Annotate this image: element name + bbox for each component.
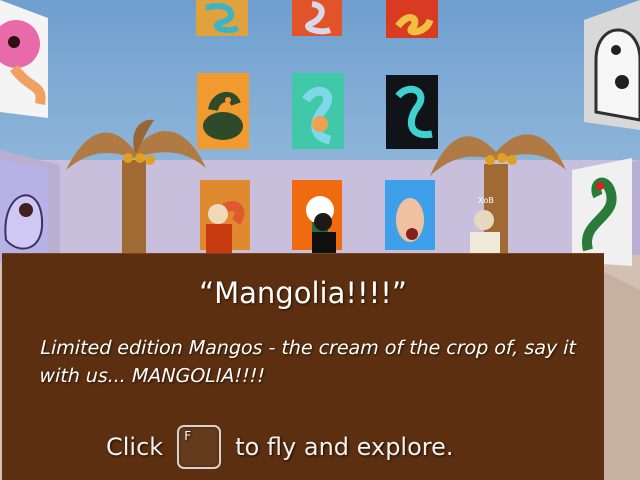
- snake-painting[interactable]: [386, 0, 438, 38]
- exhibit-title: “Mangolia!!!!”: [199, 276, 407, 310]
- fly-instruction: Click F to fly and explore.: [106, 424, 454, 470]
- fly-instruction-suffix: to fly and explore.: [235, 433, 454, 461]
- snake-painting[interactable]: [292, 0, 342, 36]
- snake-painting[interactable]: [572, 158, 632, 266]
- snake-painting[interactable]: [386, 75, 438, 149]
- portrait-painting[interactable]: [385, 180, 435, 250]
- avatar-name-tag: XoB: [478, 196, 494, 205]
- exhibit-info-panel: “Mangolia!!!!” Limited edition Mangos - …: [2, 253, 604, 480]
- floor-edge: [600, 270, 640, 480]
- fly-instruction-prefix: Click: [106, 433, 164, 461]
- plant-painting[interactable]: [197, 73, 249, 149]
- ghost-painting[interactable]: [584, 0, 640, 130]
- fly-key-button[interactable]: F: [177, 425, 222, 469]
- snake-painting[interactable]: [196, 0, 248, 36]
- snake-painting[interactable]: [292, 73, 344, 149]
- ghost-painting[interactable]: [0, 160, 48, 262]
- fly-key-label: F: [184, 429, 192, 443]
- donut-painting[interactable]: [0, 0, 48, 118]
- exhibit-description: Limited edition Mangos - the cream of th…: [39, 337, 577, 387]
